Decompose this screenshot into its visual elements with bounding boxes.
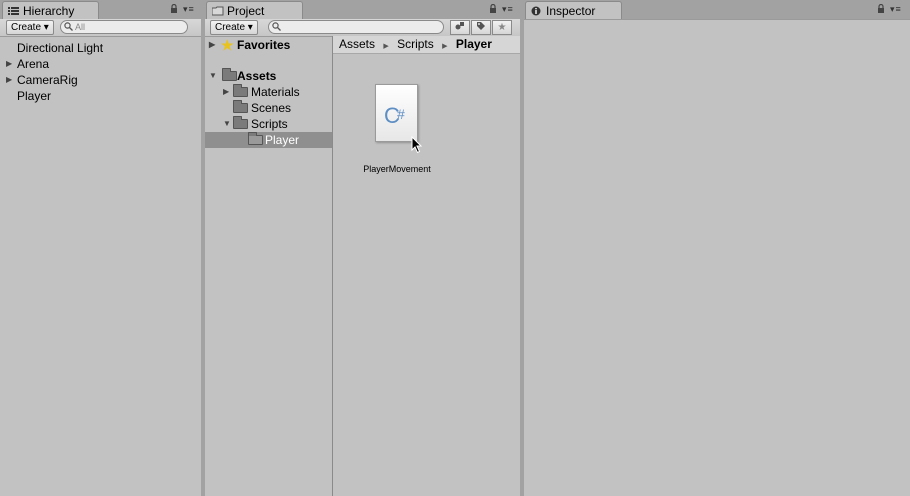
inspector-tabstrip: Inspector ▾≡: [524, 0, 910, 19]
tree-item-player[interactable]: Player: [205, 132, 332, 148]
asset-name-label: PlayerMovement: [363, 164, 431, 174]
project-search-input[interactable]: [268, 20, 444, 34]
tree-item-scenes[interactable]: Scenes: [223, 100, 345, 116]
tree-item-favorites[interactable]: ▶ ★ Favorites: [209, 37, 341, 53]
expand-arrow-icon[interactable]: ▶: [6, 56, 12, 72]
mouse-cursor-icon: [411, 135, 423, 157]
folder-icon: [211, 5, 224, 19]
info-icon: [531, 5, 541, 19]
expand-arrow-icon[interactable]: ▶: [209, 37, 215, 53]
svg-text:#: #: [397, 106, 405, 122]
search-by-type-button[interactable]: [450, 20, 470, 35]
breadcrumb-item[interactable]: Assets: [339, 37, 375, 51]
hierarchy-search-input[interactable]: All: [60, 20, 188, 34]
project-toolbar: Create ▾ ★: [205, 19, 520, 37]
list-item[interactable]: ▶ Arena: [6, 56, 49, 72]
folder-icon: [248, 132, 263, 145]
expand-arrow-icon[interactable]: ▶: [6, 72, 12, 88]
star-outline-icon: ★: [497, 22, 507, 33]
create-button[interactable]: Create ▾: [210, 20, 258, 35]
list-item[interactable]: ▶ CameraRig: [6, 72, 78, 88]
lock-icon[interactable]: [489, 3, 497, 15]
tab-label: Inspector: [546, 4, 596, 18]
tab-hierarchy[interactable]: Hierarchy: [2, 1, 99, 19]
breadcrumb-item[interactable]: Scripts: [397, 37, 434, 51]
expand-arrow-icon[interactable]: ▶: [223, 84, 229, 100]
csharp-file-icon: C #: [375, 84, 418, 142]
lock-icon[interactable]: [170, 3, 178, 15]
tab-label: Hierarchy: [23, 4, 75, 18]
panel-menu-icon[interactable]: ▾≡: [890, 4, 902, 15]
create-button[interactable]: Create ▾: [6, 20, 54, 35]
panel-menu-icon[interactable]: ▾≡: [502, 4, 514, 15]
star-icon: ★: [221, 37, 234, 53]
collapse-arrow-icon[interactable]: ▼: [209, 68, 217, 84]
hierarchy-panel: Hierarchy ▾≡ Create ▾ All Directional Li…: [0, 0, 201, 496]
list-icon: [8, 5, 20, 19]
tab-inspector[interactable]: Inspector: [525, 1, 622, 19]
list-item[interactable]: Player: [17, 88, 51, 104]
collapse-arrow-icon[interactable]: ▼: [223, 116, 231, 132]
search-icon: [272, 22, 281, 34]
search-icon: [64, 22, 73, 34]
folder-icon: [233, 116, 248, 129]
search-by-label-button[interactable]: [471, 20, 491, 35]
list-item[interactable]: Directional Light: [17, 40, 103, 56]
tab-label: Project: [227, 4, 265, 18]
breadcrumb: Assets ▶ Scripts ▶ Player: [333, 36, 520, 54]
project-panel: Project ▾≡ Create ▾ ★ ▶ ★ Favorites ▼ As…: [205, 0, 520, 496]
folder-icon: [222, 68, 237, 81]
hierarchy-tabstrip: Hierarchy ▾≡: [0, 0, 201, 19]
search-placeholder: All: [75, 22, 86, 32]
folder-icon: [233, 84, 248, 97]
breadcrumb-separator-icon: ▶: [442, 43, 448, 50]
breadcrumb-separator-icon: ▶: [383, 43, 389, 50]
tree-item-materials[interactable]: ▶ Materials: [223, 84, 345, 100]
lock-icon[interactable]: [877, 3, 885, 15]
tab-project[interactable]: Project: [206, 1, 303, 19]
tree-item-assets[interactable]: ▼ Assets: [209, 68, 341, 84]
folder-icon: [233, 100, 248, 113]
panel-menu-icon[interactable]: ▾≡: [183, 4, 195, 15]
inspector-body: [524, 19, 910, 496]
tag-icon: [477, 22, 485, 30]
asset-item-playermovement[interactable]: C # PlayerMovement: [355, 80, 445, 180]
project-tabstrip: Project ▾≡: [205, 0, 520, 19]
favorite-search-button[interactable]: ★: [492, 20, 512, 35]
inspector-panel: Inspector ▾≡: [524, 0, 910, 496]
breadcrumb-item[interactable]: Player: [456, 37, 492, 51]
tree-item-scripts[interactable]: ▼ Scripts: [223, 116, 345, 132]
hierarchy-toolbar: Create ▾ All: [0, 19, 201, 37]
shapes-icon: [455, 22, 464, 30]
